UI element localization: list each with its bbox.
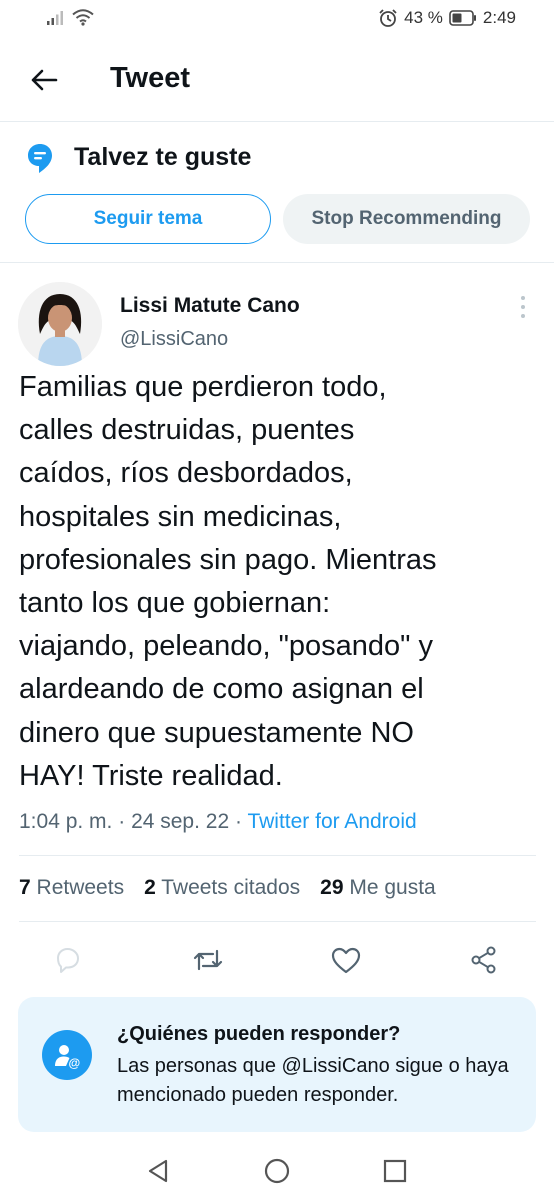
share-icon [471,946,496,974]
retweets-stat[interactable]: 7 Retweets [19,876,124,900]
circle-home-icon [264,1158,290,1184]
status-right: 43 % 2:49 [378,8,516,28]
likes-count: 29 [320,876,344,899]
tweet-text-line: caídos, ríos desbordados, [19,457,353,490]
nav-recents-button[interactable] [378,1154,412,1188]
like-icon [331,947,361,974]
reply-settings-title: ¿Quiénes pueden responder? [117,1023,401,1045]
tweet-actions [0,938,554,986]
tweet-stats: 7 Retweets 2 Tweets citados 29 Me gusta [19,876,436,900]
divider [19,921,536,922]
tweet-meta: 1:04 p. m. · 24 sep. 22 · Twitter for An… [19,810,417,834]
meta-separator: · [229,810,248,833]
arrow-left-icon [31,69,58,91]
status-left [46,9,94,26]
battery-icon [449,10,476,26]
topic-recommendation: Talvez te guste Seguir tema Stop Recomme… [0,123,554,263]
reply-button[interactable] [46,938,90,982]
system-nav-bar [0,1140,554,1200]
reply-icon [57,948,79,973]
retweet-icon [193,949,223,971]
status-time: 2:49 [482,8,516,27]
divider [19,855,536,856]
author-handle[interactable]: @LissiCano [120,328,228,351]
tweet-text-line: viajando, peleando, "posando" y [19,630,434,663]
tweet-text: Familias que perdieron todo, calles dest… [19,366,539,798]
status-bar: 43 % 2:49 [0,0,554,40]
tweet-text-line: calles destruidas, puentes [19,414,355,447]
back-button[interactable] [26,62,62,98]
tweet-text-line: alardeando de como asignan el [19,673,424,706]
meta-separator: · [112,810,132,833]
retweets-count: 7 [19,876,31,899]
tweet-time: 1:04 p. m. [19,810,113,833]
tweet-text-line: hospitales sin medicinas, [19,500,342,533]
topic-title: Talvez te guste [74,143,252,171]
triangle-back-icon [148,1159,168,1183]
nav-home-button[interactable] [260,1154,294,1188]
tweet-client-link[interactable]: Twitter for Android [247,810,416,833]
tweet-text-line: dinero que supuestamente NO [19,716,414,749]
reply-settings-card: @ ¿Quiénes pueden responder? Las persona… [18,997,536,1132]
share-button[interactable] [462,938,506,982]
retweets-label: Retweets [36,876,125,899]
page-title: Tweet [110,62,191,94]
wifi-icon [72,9,94,26]
reply-settings-body: Las personas que @LissiCano sigue o haya… [117,1055,509,1106]
avatar[interactable] [18,282,102,366]
alarm-icon [379,9,397,27]
retweet-button[interactable] [186,938,230,982]
signal-icon [47,10,63,25]
quotes-stat[interactable]: 2 Tweets citados [144,876,300,900]
tweet-text-line: Familias que perdieron todo, [19,371,387,403]
quotes-label: Tweets citados [161,876,301,899]
likes-stat[interactable]: 29 Me gusta [320,876,436,900]
tweet-text-line: HAY! Triste realidad. [19,759,283,792]
tweet-text-line: tanto los que gobiernan: [19,587,331,620]
square-recents-icon [383,1159,407,1183]
battery-percent: 43 % [404,8,443,27]
more-options-icon[interactable] [512,294,534,320]
topic-icon [27,143,53,180]
author-name[interactable]: Lissi Matute Cano [120,294,300,318]
app-bar: Tweet [0,40,554,122]
likes-label: Me gusta [349,876,436,899]
mention-user-icon: @ [42,1030,92,1080]
nav-back-button[interactable] [141,1154,175,1188]
quotes-count: 2 [144,876,156,899]
like-button[interactable] [324,938,368,982]
stop-recommending-button[interactable]: Stop Recommending [283,194,530,244]
svg-text:@: @ [69,1056,81,1069]
tweet-date: 24 sep. 22 [131,810,230,833]
follow-topic-button[interactable]: Seguir tema [25,194,271,244]
tweet-text-line: profesionales sin pago. Mientras [19,543,437,576]
